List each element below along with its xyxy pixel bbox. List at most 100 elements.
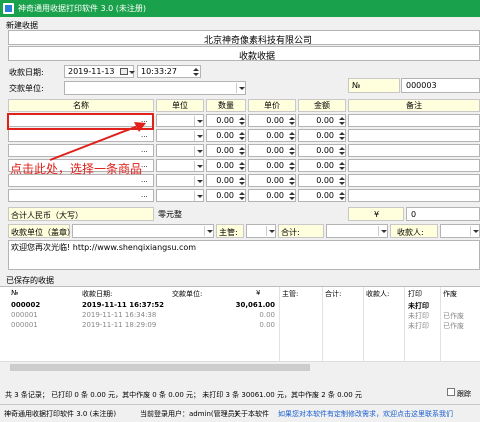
amount-spinner-icon[interactable] — [338, 131, 346, 141]
item-price-field[interactable]: 0.00 — [248, 189, 296, 202]
item-amount-field[interactable]: 0.00 — [298, 174, 346, 187]
chevron-down-icon[interactable] — [194, 131, 203, 141]
date-picker[interactable]: 2019-11-13 — [64, 65, 136, 78]
saved-list[interactable]: № 收款日期: 交款单位: ¥ 主管: 合计: 收款人: 打印 作废 00000… — [0, 286, 480, 373]
doc-title-field[interactable]: 收款收据 — [8, 46, 480, 62]
item-price-field[interactable]: 0.00 — [248, 114, 296, 127]
total-person-select[interactable] — [326, 224, 388, 238]
item-price: 0.00 — [266, 116, 284, 125]
item-unit-select[interactable] — [156, 129, 204, 142]
number-field[interactable]: 000003 — [401, 78, 480, 93]
manager-select[interactable] — [246, 224, 276, 238]
item-amount-field[interactable]: 0.00 — [298, 189, 346, 202]
sign-label-cell-manager: 主管: — [216, 224, 244, 238]
item-remark-field[interactable] — [348, 129, 480, 142]
qty-spinner-icon[interactable] — [238, 131, 246, 141]
chevron-down-icon[interactable] — [378, 226, 387, 236]
price-spinner-icon[interactable] — [288, 176, 296, 186]
item-qty-field[interactable]: 0.00 — [206, 174, 246, 187]
price-spinner-icon[interactable] — [288, 146, 296, 156]
item-unit-select[interactable] — [156, 159, 204, 172]
item-price-field[interactable]: 0.00 — [248, 174, 296, 187]
item-remark-field[interactable] — [348, 144, 480, 157]
price-spinner-icon[interactable] — [288, 131, 296, 141]
saved-header-manager[interactable]: 主管: — [282, 289, 298, 299]
qty-spinner-icon[interactable] — [238, 116, 246, 126]
amount-spinner-icon[interactable] — [338, 161, 346, 171]
chevron-down-icon[interactable] — [204, 226, 213, 236]
select-product-button[interactable]: ... — [141, 191, 148, 199]
saved-header-amount[interactable]: ¥ — [256, 289, 260, 297]
saved-header-print[interactable]: 打印 — [408, 289, 422, 299]
qty-spinner-icon[interactable] — [238, 146, 246, 156]
item-unit-select[interactable] — [156, 174, 204, 187]
item-amount: 0.00 — [316, 116, 334, 125]
amount-spinner-icon[interactable] — [338, 146, 346, 156]
item-unit-select[interactable] — [156, 114, 204, 127]
payer-select[interactable] — [64, 81, 246, 95]
track-checkbox[interactable] — [447, 388, 455, 396]
item-remark-field[interactable] — [348, 114, 480, 127]
scrollbar-thumb[interactable] — [10, 364, 310, 371]
window-title: 神奇通用收据打印软件 3.0 (未注册) — [18, 4, 147, 13]
time-spinner-icon[interactable] — [192, 67, 200, 77]
select-product-button[interactable]: ... — [141, 176, 148, 184]
about-link[interactable]: 关于本软件 — [234, 409, 269, 419]
chevron-down-icon[interactable] — [470, 226, 479, 236]
saved-header-payer[interactable]: 交款单位: — [172, 289, 202, 299]
saved-header-date[interactable]: 收款日期: — [82, 289, 112, 299]
receiver-select[interactable] — [440, 224, 480, 238]
saved-header-total[interactable]: 合计: — [325, 289, 341, 299]
saved-header-no[interactable]: № — [11, 289, 18, 297]
item-qty-field[interactable]: 0.00 — [206, 189, 246, 202]
payee-unit-select[interactable] — [72, 224, 214, 238]
item-remark-field[interactable] — [348, 189, 480, 202]
chevron-down-icon[interactable] — [236, 83, 245, 93]
chevron-down-icon[interactable] — [194, 161, 203, 171]
qty-spinner-icon[interactable] — [238, 176, 246, 186]
item-price-field[interactable]: 0.00 — [248, 129, 296, 142]
item-price: 0.00 — [266, 131, 284, 140]
amount-spinner-icon[interactable] — [338, 191, 346, 201]
item-remark-field[interactable] — [348, 159, 480, 172]
amount-spinner-icon[interactable] — [338, 116, 346, 126]
item-name-field[interactable]: ... — [8, 189, 154, 202]
company-field[interactable]: 北京神奇像素科技有限公司 — [8, 30, 480, 46]
saved-header-receiver[interactable]: 收款人: — [366, 289, 389, 299]
item-price-field[interactable]: 0.00 — [248, 159, 296, 172]
date-value: 2019-11-13 — [68, 67, 115, 76]
sign-label-manager: 主管: — [219, 228, 238, 237]
item-qty-field[interactable]: 0.00 — [206, 129, 246, 142]
footer-note-field[interactable]: 欢迎您再次光临! http://www.shenqixiangsu.com — [8, 240, 480, 270]
chevron-down-icon[interactable] — [194, 191, 203, 201]
qty-spinner-icon[interactable] — [238, 191, 246, 201]
item-remark-field[interactable] — [348, 174, 480, 187]
horizontal-scrollbar[interactable] — [0, 361, 480, 373]
item-unit-select[interactable] — [156, 189, 204, 202]
item-unit-select[interactable] — [156, 144, 204, 157]
qty-spinner-icon[interactable] — [238, 161, 246, 171]
item-qty-field[interactable]: 0.00 — [206, 159, 246, 172]
item-qty-field[interactable]: 0.00 — [206, 114, 246, 127]
chevron-down-icon[interactable] — [194, 116, 203, 126]
saved-header-void[interactable]: 作废 — [443, 289, 457, 299]
item-amount-field[interactable]: 0.00 — [298, 129, 346, 142]
contact-link[interactable]: 如果您对本软件有定制修改需求，欢迎点击这里联系我们 — [278, 409, 453, 419]
price-spinner-icon[interactable] — [288, 116, 296, 126]
saved-row-print: 未打印 — [408, 312, 429, 320]
item-qty-field[interactable]: 0.00 — [206, 144, 246, 157]
price-spinner-icon[interactable] — [288, 161, 296, 171]
item-amount-field[interactable]: 0.00 — [298, 144, 346, 157]
chevron-down-icon[interactable] — [194, 146, 203, 156]
item-price-field[interactable]: 0.00 — [248, 144, 296, 157]
price-spinner-icon[interactable] — [288, 191, 296, 201]
item-amount-field[interactable]: 0.00 — [298, 159, 346, 172]
item-amount-field[interactable]: 0.00 — [298, 114, 346, 127]
chevron-down-icon[interactable] — [194, 176, 203, 186]
time-picker[interactable]: 10:33:27 — [137, 65, 201, 78]
total-num-field[interactable]: 0 — [406, 207, 480, 221]
number-value: 000003 — [406, 81, 437, 90]
chevron-down-icon[interactable] — [266, 226, 275, 236]
amount-spinner-icon[interactable] — [338, 176, 346, 186]
chevron-down-icon[interactable] — [127, 67, 136, 77]
